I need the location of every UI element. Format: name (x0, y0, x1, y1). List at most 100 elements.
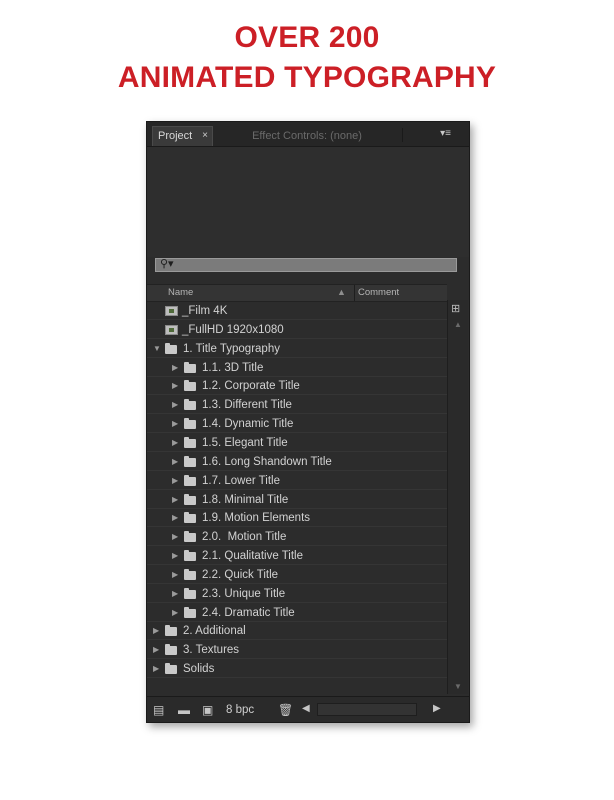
item-label: 3. Textures (183, 644, 240, 657)
expand-right-icon[interactable]: ▶ (172, 453, 178, 471)
expand-right-icon[interactable]: ▶ (153, 660, 159, 678)
scroll-right-icon[interactable]: ▶ (433, 703, 441, 714)
item-label: Solids (183, 663, 215, 676)
folder-item[interactable]: ▶ 1.3. Different Title (147, 396, 447, 415)
folder-item[interactable]: ▶ 2.2. Quick Title (147, 566, 447, 584)
new-folder-icon[interactable]: ▬ (178, 702, 190, 718)
folder-icon (184, 493, 196, 505)
color-depth-button[interactable]: 8 bpc (226, 702, 254, 718)
composition-icon (165, 306, 178, 316)
trash-icon[interactable]: 🗑 (278, 702, 293, 718)
folder-item[interactable]: ▼ 1. Title Typography (147, 340, 447, 358)
item-label: 1.3. Different Title (202, 399, 292, 412)
project-panel: Project × Effect Controls: (none) ▾≡ ⚲▾ … (146, 121, 470, 723)
scroll-left-icon[interactable]: ◀ (302, 703, 310, 714)
sort-arrow-icon[interactable]: ▲ (337, 285, 346, 300)
expand-down-icon[interactable]: ▼ (153, 340, 161, 358)
composition-item[interactable]: _FullHD 1920x1080 (147, 321, 447, 339)
folder-item[interactable]: ▶ 1.2. Corporate Title (147, 377, 447, 396)
expand-right-icon[interactable]: ▶ (172, 396, 178, 414)
folder-icon (184, 550, 196, 562)
folder-icon (165, 663, 177, 675)
folder-item[interactable]: ▶ 1.4. Dynamic Title (147, 415, 447, 434)
item-label: 2.2. Quick Title (202, 568, 279, 581)
panel-menu-icon[interactable]: ▾≡ (440, 128, 451, 139)
folder-icon (184, 531, 196, 543)
preview-area (147, 147, 469, 257)
search-input[interactable]: ⚲▾ (155, 258, 457, 272)
folder-item[interactable]: ▶ 3. Textures (147, 641, 447, 660)
folder-item[interactable]: ▶ Solids (147, 660, 447, 679)
expand-right-icon[interactable]: ▶ (172, 604, 178, 622)
item-label: 1.4. Dynamic Title (202, 418, 294, 431)
composition-item[interactable]: _Film 4K (147, 302, 447, 320)
interpret-footage-icon[interactable]: ▤ (153, 702, 164, 718)
expand-right-icon[interactable]: ▶ (172, 509, 178, 527)
item-label: 1.7. Lower Title (202, 474, 280, 487)
folder-item[interactable]: ▶ 1.6. Long Shandown Title (147, 453, 447, 471)
expand-right-icon[interactable]: ▶ (172, 472, 178, 490)
item-label: 1.9. Motion Elements (202, 512, 311, 525)
new-composition-icon[interactable]: ▣ (202, 702, 213, 718)
item-label: 1.6. Long Shandown Title (202, 455, 332, 468)
tab-divider (402, 128, 403, 142)
expand-right-icon[interactable]: ▶ (172, 434, 178, 452)
folder-item[interactable]: ▶ 2.3. Unique Title (147, 585, 447, 603)
folder-item[interactable]: ▶ 1.9. Motion Elements (147, 509, 447, 528)
flowchart-icon[interactable]: ⊞ (451, 302, 460, 315)
vertical-scrollbar[interactable]: ⊞ ▲ ▼ (447, 300, 468, 694)
item-label: 1.5. Elegant Title (202, 436, 288, 449)
tab-project[interactable]: Project × (152, 126, 213, 146)
expand-right-icon[interactable]: ▶ (172, 359, 178, 377)
folder-icon (184, 436, 196, 448)
expand-right-icon[interactable]: ▶ (172, 566, 178, 584)
item-label: 1.1. 3D Title (202, 361, 264, 374)
folder-icon (184, 474, 196, 486)
folder-item[interactable]: ▶ 2. Additional (147, 622, 447, 641)
headline-line-2: ANIMATED TYPOGRAPHY (117, 61, 497, 94)
expand-right-icon[interactable]: ▶ (153, 641, 159, 659)
column-name[interactable]: Name (168, 285, 193, 300)
item-label: 1.8. Minimal Title (202, 493, 289, 506)
folder-item[interactable]: ▶ 1.5. Elegant Title (147, 434, 447, 452)
expand-right-icon[interactable]: ▶ (172, 585, 178, 603)
expand-right-icon[interactable]: ▶ (172, 377, 178, 395)
folder-icon (184, 380, 196, 392)
folder-item[interactable]: ▶ 1.1. 3D Title (147, 359, 447, 377)
item-label: 2. Additional (183, 625, 246, 638)
expand-right-icon[interactable]: ▶ (153, 622, 159, 640)
column-divider[interactable] (354, 285, 355, 301)
folder-icon (165, 644, 177, 656)
folder-item[interactable]: ▶ 2.0. Motion Title (147, 528, 447, 547)
folder-item[interactable]: ▶ 1.8. Minimal Title (147, 491, 447, 509)
folder-icon (165, 625, 177, 637)
folder-item[interactable]: ▶ 1.7. Lower Title (147, 472, 447, 490)
scroll-down-icon[interactable]: ▼ (454, 682, 462, 691)
horizontal-scrollbar[interactable] (317, 703, 417, 716)
expand-right-icon[interactable]: ▶ (172, 491, 178, 509)
item-label: 2.1. Qualitative Title (202, 550, 303, 563)
magnifier-icon[interactable]: ⚲▾ (160, 257, 174, 270)
folder-icon (184, 568, 196, 580)
folder-icon (184, 361, 196, 373)
folder-icon (184, 606, 196, 618)
tab-project-label: Project (158, 130, 193, 142)
expand-right-icon[interactable]: ▶ (172, 528, 178, 546)
folder-icon (184, 587, 196, 599)
column-comment[interactable]: Comment (358, 285, 399, 300)
item-label: 2.4. Dramatic Title (202, 606, 295, 619)
tab-effect-controls[interactable]: Effect Controls: (none) (217, 128, 397, 144)
close-icon[interactable]: × (202, 127, 208, 145)
folder-icon (184, 512, 196, 524)
item-label: 1.2. Corporate Title (202, 380, 300, 393)
folder-item[interactable]: ▶ 2.4. Dramatic Title (147, 604, 447, 622)
item-label: _FullHD 1920x1080 (182, 323, 284, 336)
folder-icon (184, 418, 196, 430)
headline-line-1: OVER 200 (234, 21, 380, 54)
folder-item[interactable]: ▶ 2.1. Qualitative Title (147, 547, 447, 566)
scroll-up-icon[interactable]: ▲ (454, 320, 462, 329)
folder-icon (184, 399, 196, 411)
expand-right-icon[interactable]: ▶ (172, 547, 178, 565)
item-label: _Film 4K (182, 305, 228, 317)
expand-right-icon[interactable]: ▶ (172, 415, 178, 433)
